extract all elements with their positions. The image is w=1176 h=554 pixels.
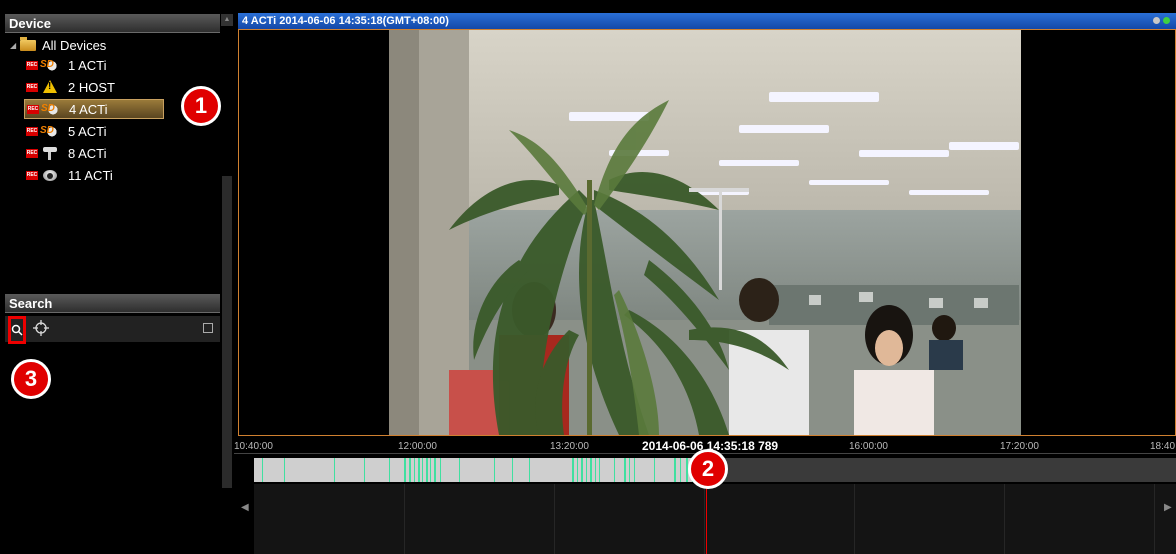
sd-card-icon [40, 123, 60, 139]
device-item-1-acti[interactable]: REC 1 ACTi [26, 55, 107, 75]
device-label: 2 HOST [68, 79, 115, 95]
timeline-gridline [854, 484, 855, 554]
search-button[interactable] [8, 316, 26, 344]
timeline-scroll-right-icon[interactable]: ▶ [1164, 502, 1172, 513]
device-item-5-acti[interactable]: REC 5 ACTi [26, 121, 107, 141]
left-panel: Device ▲ ◢ All Devices REC 1 ACTi REC 2 … [0, 0, 234, 554]
device-item-2-host[interactable]: REC 2 HOST [26, 77, 115, 97]
status-leds [1153, 17, 1170, 24]
search-toolbar [5, 316, 220, 344]
search-panel-header: Search [5, 294, 220, 313]
device-item-4-acti-selected[interactable]: REC 4 ACTi [24, 99, 164, 119]
rec-badge: REC [26, 126, 38, 136]
tree-root-label: All Devices [42, 37, 107, 53]
tree-root-all-devices[interactable]: ◢ All Devices [10, 35, 106, 55]
search-icon [11, 324, 23, 336]
annotation-badge-1: 1 [181, 86, 221, 126]
timeline-gridline [704, 484, 705, 554]
warning-icon [40, 79, 60, 95]
locate-target-button[interactable] [33, 320, 49, 336]
timeline-label: 12:00:00 [398, 441, 437, 452]
timeline-scroll-left-icon[interactable]: ◀ [241, 502, 249, 513]
device-panel-title: Device [9, 16, 51, 31]
timeline-gridline [404, 484, 405, 554]
device-label: 5 ACTi [68, 123, 107, 139]
scroll-up-arrow-icon[interactable]: ▲ [221, 14, 233, 26]
expand-triangle-icon[interactable]: ◢ [10, 41, 20, 50]
device-scrollbar[interactable]: ▲ [221, 14, 233, 490]
timeline-label: 10:40:00 [234, 441, 273, 452]
timeline-label: 16:00:00 [849, 441, 888, 452]
timeline-gridline [1004, 484, 1005, 554]
device-item-11-acti[interactable]: REC 11 ACTi [26, 165, 113, 185]
recorded-segment[interactable] [254, 458, 706, 482]
camera-feed-image [389, 30, 1021, 435]
timeline-label: 17:20:00 [1000, 441, 1039, 452]
status-led-icon [1163, 17, 1170, 24]
video-viewport[interactable] [238, 29, 1176, 436]
search-panel-title: Search [9, 296, 53, 311]
timeline-gridline [1154, 484, 1155, 554]
motion-events-strip [262, 458, 699, 482]
rec-badge: REC [26, 60, 38, 70]
rec-badge: REC [27, 104, 39, 114]
video-area: 4 ACTi 2014-06-06 14:35:18(GMT+08:00) [234, 10, 1176, 436]
sd-card-icon [40, 57, 60, 73]
rec-badge: REC [26, 148, 38, 158]
status-led-icon [1153, 17, 1160, 24]
annotation-badge-2: 2 [688, 449, 728, 489]
dome-camera-icon [40, 167, 60, 183]
timeline-label: 18:40 [1150, 441, 1176, 452]
video-title-bar: 4 ACTi 2014-06-06 14:35:18(GMT+08:00) [238, 13, 1176, 29]
timeline-label: 13:20:00 [550, 441, 589, 452]
rec-badge: REC [26, 170, 38, 180]
bullet-camera-icon [40, 145, 60, 161]
device-item-8-acti[interactable]: REC 8 ACTi [26, 143, 107, 163]
timeline-track-area[interactable] [254, 484, 1176, 554]
device-label: 1 ACTi [68, 57, 107, 73]
device-panel-header: Device [5, 14, 220, 33]
device-label: 11 ACTi [68, 167, 113, 183]
annotation-badge-3: 3 [11, 359, 51, 399]
timeline-gridline [554, 484, 555, 554]
crosshair-icon [33, 320, 49, 336]
rec-badge: REC [26, 82, 38, 92]
scrollbar-thumb[interactable] [222, 176, 232, 488]
sd-card-icon [41, 101, 61, 117]
video-title: 4 ACTi 2014-06-06 14:35:18(GMT+08:00) [242, 15, 449, 27]
popout-icon[interactable] [203, 323, 213, 333]
device-label: 4 ACTi [69, 101, 108, 117]
folder-icon [20, 36, 36, 51]
device-label: 8 ACTi [68, 145, 107, 161]
